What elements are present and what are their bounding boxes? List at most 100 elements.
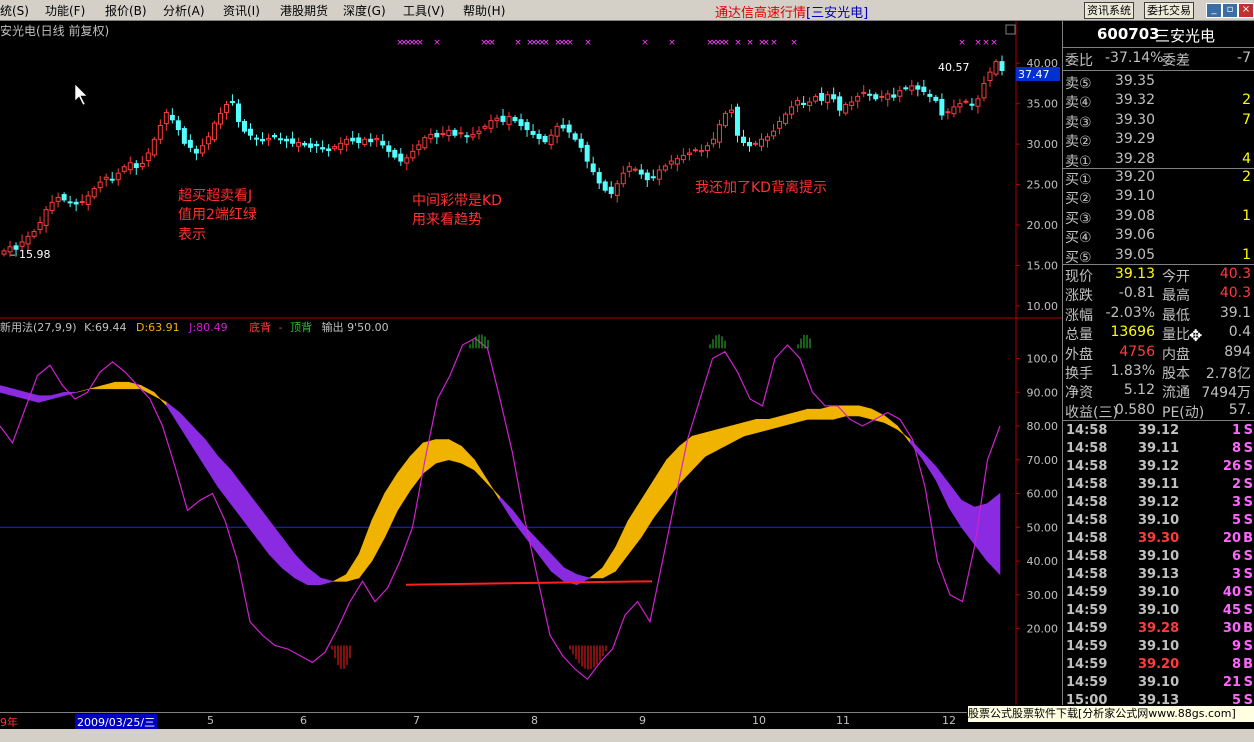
tick-row[interactable]: 14:59 39.28 30 B xyxy=(1063,621,1254,639)
quote-panel: 600703 三安光电 委比 -37.14% 委差 -7 卖⑤ 39.35 卖④ 39… xyxy=(1062,21,1254,721)
tick-price: 39.10 xyxy=(1138,549,1180,564)
tick-row[interactable]: 14:59 39.10 9 S xyxy=(1063,639,1254,657)
row-value-2: 1 xyxy=(1242,246,1251,263)
kd-ribbon-segment xyxy=(781,412,796,427)
signal-marker: × xyxy=(762,38,770,48)
tick-side: S xyxy=(1243,477,1253,492)
tick-price: 39.10 xyxy=(1138,603,1180,618)
candle-body xyxy=(650,176,656,179)
tick-row[interactable]: 14:58 39.30 20 B xyxy=(1063,531,1254,549)
candle-body xyxy=(915,85,921,90)
candle-body xyxy=(795,99,801,106)
menu-analysis[interactable]: 分析(A) xyxy=(163,2,205,19)
candle-body xyxy=(392,149,398,158)
tick-row[interactable]: 14:59 39.10 45 S xyxy=(1063,603,1254,621)
tick-volume: 30 xyxy=(1222,621,1241,636)
row-value: 39.13 xyxy=(1114,266,1155,282)
tick-side: S xyxy=(1243,639,1253,654)
tick-row[interactable]: 14:58 39.12 26 S xyxy=(1063,459,1254,477)
tick-row[interactable]: 14:59 39.10 21 S xyxy=(1063,675,1254,693)
date-label: 9年 xyxy=(0,716,18,729)
candle-body xyxy=(885,93,891,100)
last-price-value: 37.47 xyxy=(1018,68,1050,81)
stat-row: 净资 5.12 流通 7494万 xyxy=(1063,382,1254,401)
kd-ribbon-segment xyxy=(756,418,770,434)
kd-ribbon-segment xyxy=(448,439,462,464)
candle-body xyxy=(187,139,193,148)
tick-row[interactable]: 14:58 39.10 6 S xyxy=(1063,549,1254,567)
tick-row[interactable]: 14:59 39.10 40 S xyxy=(1063,585,1254,603)
candle-body xyxy=(338,142,344,150)
minimize-icon[interactable]: _ xyxy=(1206,3,1222,18)
tick-time: 14:59 xyxy=(1066,621,1108,636)
kd-ribbon-segment xyxy=(474,458,488,485)
kd-ribbon-segment xyxy=(294,553,308,586)
tick-row[interactable]: 14:58 39.11 8 S xyxy=(1063,441,1254,459)
indicator-tick-label: 70.00 xyxy=(1027,454,1059,467)
candle-body xyxy=(133,163,139,169)
candle-body xyxy=(626,166,632,172)
menu-hk-futures[interactable]: 港股期货 xyxy=(280,2,328,19)
tick-row[interactable]: 14:58 39.13 3 S xyxy=(1063,567,1254,585)
kd-ribbon-segment xyxy=(371,493,385,562)
candle-body xyxy=(668,160,674,165)
candle-body xyxy=(716,124,722,143)
kd-ribbon-segment xyxy=(986,492,1001,576)
candle-body xyxy=(37,222,43,231)
tick-row[interactable]: 14:58 39.10 5 S xyxy=(1063,513,1254,531)
row-label-2: 股本 xyxy=(1162,366,1190,382)
menu-function[interactable]: 功能(F) xyxy=(45,2,85,19)
sell-level-row: 卖⑤ 39.35 xyxy=(1063,73,1254,92)
close-icon[interactable]: × xyxy=(1238,3,1254,18)
menu-depth[interactable]: 深度(G) xyxy=(343,2,386,19)
price-tick-label: 30.00 xyxy=(1027,138,1059,151)
tick-row[interactable]: 14:58 39.11 2 S xyxy=(1063,477,1254,495)
date-label: 12 xyxy=(942,714,956,727)
annotation-1-line-2: 值用2端红绿 xyxy=(178,207,257,223)
trade-button[interactable]: 委托交易 xyxy=(1144,2,1194,19)
candle-body xyxy=(873,94,879,100)
restore-icon[interactable]: ▫ xyxy=(1222,3,1238,18)
tick-time: 14:59 xyxy=(1066,603,1108,618)
candle-body xyxy=(632,168,638,171)
candle-body xyxy=(121,166,127,172)
menu-quote[interactable]: 报价(B) xyxy=(105,2,147,19)
candle-body xyxy=(560,124,566,129)
tick-row[interactable]: 14:58 39.12 1 S xyxy=(1063,423,1254,441)
candle-body xyxy=(482,125,488,129)
candle-body xyxy=(31,230,37,237)
kd-ribbon-segment xyxy=(486,479,501,502)
tick-time: 14:58 xyxy=(1066,477,1108,492)
tick-price: 39.10 xyxy=(1138,513,1180,528)
date-label: 9 xyxy=(639,714,646,727)
candle-body xyxy=(67,201,73,204)
candle-body xyxy=(722,112,728,127)
tick-volume: 3 xyxy=(1231,495,1241,510)
tick-row[interactable]: 14:58 39.12 3 S xyxy=(1063,495,1254,513)
tick-price: 39.28 xyxy=(1138,621,1180,636)
candle-body xyxy=(807,101,813,106)
kd-ribbon-segment xyxy=(50,391,65,400)
candle-body xyxy=(825,94,831,103)
menu-help[interactable]: 帮助(H) xyxy=(463,2,505,19)
tick-row[interactable]: 14:59 39.20 8 B xyxy=(1063,657,1254,675)
chart-area[interactable]: 40.00 35.00 30.00 25.00 20.00 15.00 10.00 100.0… xyxy=(0,21,1062,713)
footer-banner[interactable]: 股票公式股票软件下载[分析家公式网www.88gs.com] xyxy=(967,705,1254,723)
news-system-button[interactable]: 资讯系统 xyxy=(1084,2,1134,19)
candle-body xyxy=(765,136,771,141)
menu-tools[interactable]: 工具(V) xyxy=(403,2,445,19)
row-value-2: 1 xyxy=(1242,207,1251,224)
candle-body xyxy=(662,165,668,171)
kd-ribbon-segment xyxy=(397,455,411,512)
menu-system[interactable]: 统(S) xyxy=(0,2,29,19)
menu-news[interactable]: 资讯(I) xyxy=(223,2,260,19)
tick-side: S xyxy=(1243,513,1253,528)
date-label: 11 xyxy=(836,714,850,727)
candle-body xyxy=(157,125,163,140)
date-axis: 9年 2009/03/25/三 5 6 7 8 9 10 11 12 xyxy=(0,712,1062,730)
candle-body xyxy=(1,250,7,255)
candle-body xyxy=(320,147,326,150)
buy-level-row: 买③ 39.08 1 xyxy=(1063,208,1254,227)
order-diff-value: -7 xyxy=(1237,50,1251,66)
candle-body xyxy=(49,201,55,212)
